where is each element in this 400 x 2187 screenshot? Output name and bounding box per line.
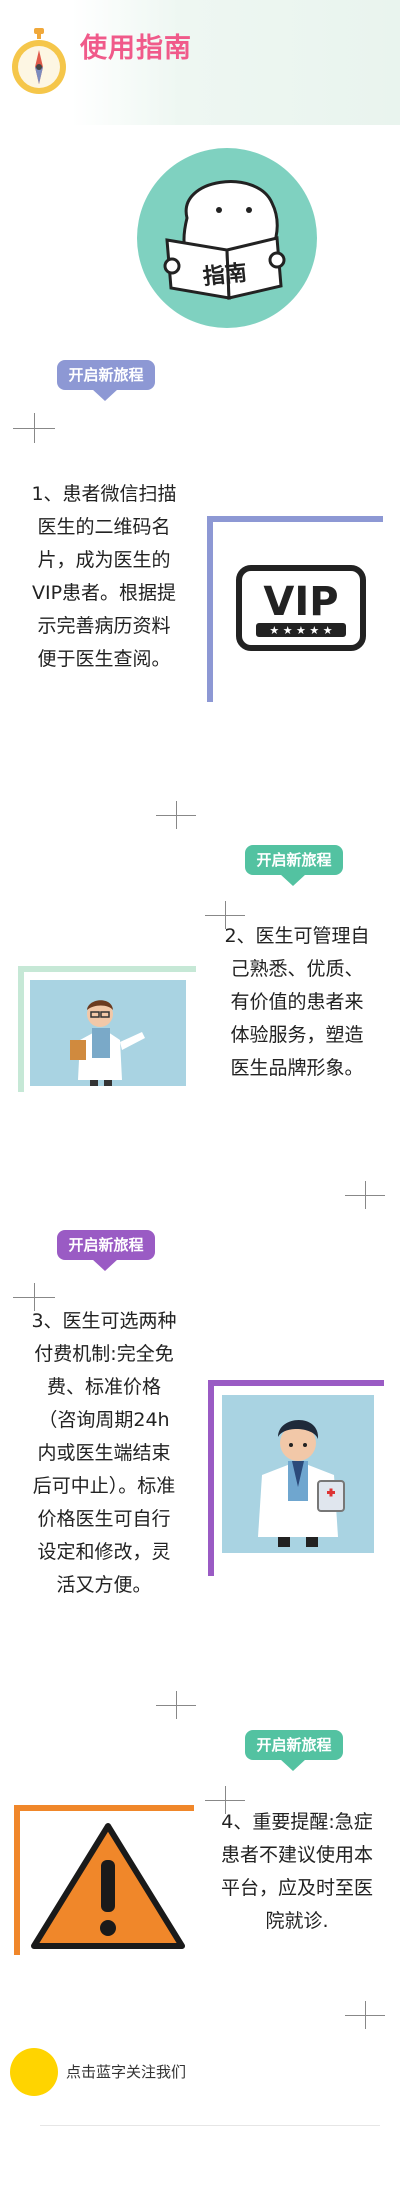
follow-dot[interactable] — [10, 2048, 58, 2096]
cross-mark — [176, 801, 177, 829]
step4-tag: 开启新旅程 — [245, 1730, 343, 1760]
vip-card: VIP ★ ★ ★ ★ ★ — [236, 565, 366, 651]
book-label: 指南 — [202, 261, 248, 290]
cross-mark — [34, 413, 35, 443]
step3-frame-left — [208, 1380, 214, 1576]
step3-tag-pointer — [92, 1259, 118, 1271]
step1-frame-top — [207, 516, 383, 522]
vip-badge-icon: VIP ★ ★ ★ ★ ★ — [236, 565, 366, 651]
follow-link[interactable]: 点击蓝字关注我们 — [66, 2061, 186, 2082]
guide-mascot-illustration: 指南 — [137, 148, 317, 328]
step3-tag: 开启新旅程 — [57, 1230, 155, 1260]
step1-tag-pointer — [92, 389, 118, 401]
step1-text: 1、患者微信扫描医生的二维码名片，成为医生的VIP患者。根据提示完善病历资料便于… — [31, 483, 177, 670]
warning-icon — [31, 1823, 185, 1949]
step2-tag-pointer — [280, 874, 306, 886]
doctor-tablet-illustration — [222, 1395, 374, 1553]
step4-frame-left — [14, 1805, 20, 1955]
step1-frame-left — [207, 516, 213, 702]
compass-icon — [12, 28, 66, 94]
page-title: 使用指南 — [80, 33, 192, 64]
cross-mark — [365, 1181, 366, 1209]
step3-text: 3、医生可选两种付费机制:完全免费、标准价格（咨询周期24h内或医生端结束后可中… — [31, 1310, 177, 1596]
step4-frame-top — [14, 1805, 194, 1811]
step4-tag-pointer — [280, 1759, 306, 1771]
doctor-clipboard-illustration — [30, 980, 186, 1086]
cross-mark — [365, 2001, 366, 2029]
step1-tag: 开启新旅程 — [57, 360, 155, 390]
step2-tag: 开启新旅程 — [245, 845, 343, 875]
footer-divider — [40, 2125, 380, 2126]
step2-frame-left — [18, 966, 24, 1092]
step2-frame-top — [18, 966, 196, 972]
svg-text:★ ★ ★ ★ ★: ★ ★ ★ ★ ★ — [269, 624, 332, 637]
step4-text: 4、重要提醒:急症患者不建议使用本平台，应及时至医院就诊. — [220, 1811, 373, 1932]
step3-frame-top — [208, 1380, 384, 1386]
svg-text:VIP: VIP — [263, 579, 338, 625]
cross-mark — [176, 1691, 177, 1719]
step2-text: 2、医生可管理自己熟悉、优质、有价值的患者来体验服务，塑造医生品牌形象。 — [224, 925, 370, 1079]
